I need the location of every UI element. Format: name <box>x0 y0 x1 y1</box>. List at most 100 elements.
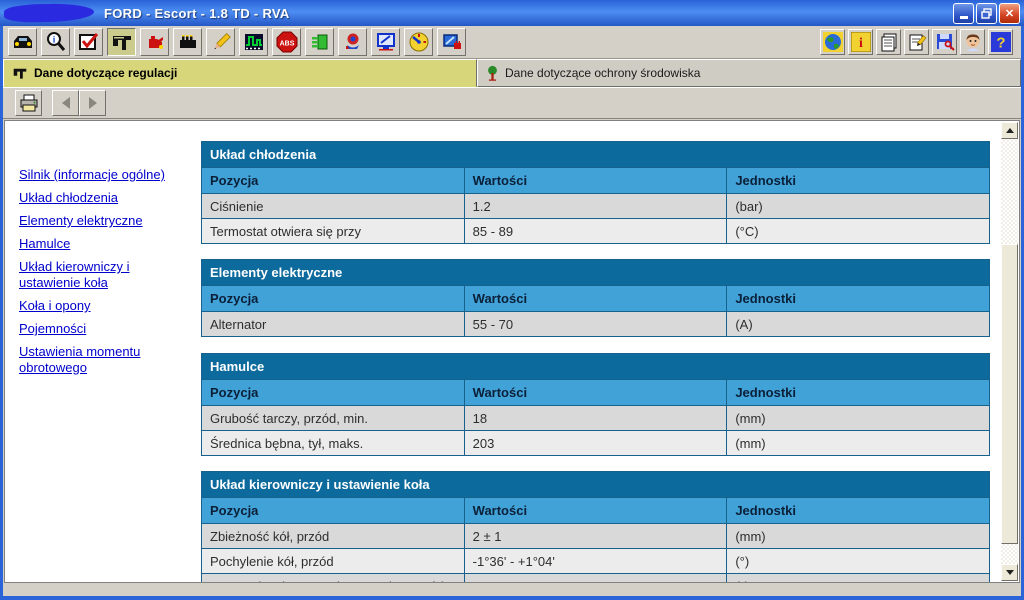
col-header: Pozycja <box>202 168 465 194</box>
nav-link-pojemnosci[interactable]: Pojemności <box>19 321 193 337</box>
col-header: Wartości <box>464 168 727 194</box>
scrollbar-thumb[interactable] <box>1001 244 1018 544</box>
abs-icon[interactable]: ABS <box>272 28 301 56</box>
gauge-icon[interactable] <box>404 28 433 56</box>
svg-text:i: i <box>859 36 863 51</box>
restore-icon <box>981 8 992 19</box>
restore-button[interactable] <box>976 3 997 24</box>
cell-wartosc: 55 - 70 <box>464 312 727 337</box>
nav-link-hamulce[interactable]: Hamulce <box>19 236 193 252</box>
cell-jednostka: (°C) <box>727 219 990 244</box>
close-button[interactable]: ✕ <box>999 3 1020 24</box>
col-header: Pozycja <box>202 380 465 406</box>
back-button[interactable] <box>52 90 79 116</box>
table-hamulce: Hamulce Pozycja Wartości Jednostki Grubo… <box>201 353 990 456</box>
app-window: FORD - Escort - 1.8 TD - RVA ✕ i <box>0 0 1024 600</box>
col-header: Wartości <box>464 498 727 524</box>
col-header: Wartości <box>464 380 727 406</box>
table-row: Wyprzedzenie sworznia zwrotnicy, przód 0… <box>202 574 990 584</box>
tab-bar: Dane dotyczące regulacji Dane dotyczące … <box>3 59 1021 87</box>
cell-wartosc: -1°36' - +1°04' <box>464 549 727 574</box>
table-row: Alternator 55 - 70 (A) <box>202 312 990 337</box>
nav-link-silnik[interactable]: Silnik (informacje ogólne) <box>19 167 193 183</box>
col-header: Pozycja <box>202 498 465 524</box>
car-icon[interactable] <box>8 28 37 56</box>
scroll-up-button[interactable] <box>1001 122 1018 139</box>
cell-wartosc: 203 <box>464 431 727 456</box>
scroll-down-button[interactable] <box>1001 564 1018 581</box>
table-row: Termostat otwiera się przy 85 - 89 (°C) <box>202 219 990 244</box>
nav-link-ustawienia-momentu[interactable]: Ustawienia momentu obrotowego <box>19 344 193 376</box>
col-header: Pozycja <box>202 286 465 312</box>
vertical-scrollbar[interactable] <box>1001 122 1018 581</box>
cell-jednostka: (mm) <box>727 524 990 549</box>
forward-button[interactable] <box>79 90 106 116</box>
toolbar-left-group: i ABS <box>3 28 466 56</box>
cell-wartosc: 85 - 89 <box>464 219 727 244</box>
oscilloscope-icon[interactable] <box>239 28 268 56</box>
cell-pozycja: Grubość tarczy, przód, min. <box>202 406 465 431</box>
toolbar-right-group: i ? <box>815 29 1021 55</box>
print-button[interactable] <box>15 90 42 116</box>
edit-document-icon[interactable] <box>904 29 929 55</box>
cell-jednostka: (A) <box>727 312 990 337</box>
cell-pozycja: Wyprzedzenie sworznia zwrotnicy, przód <box>202 574 465 584</box>
pencil-icon[interactable] <box>206 28 235 56</box>
cell-jednostka: (°) <box>727 549 990 574</box>
help-icon[interactable]: ? <box>988 29 1013 55</box>
content-panel: Silnik (informacje ogólne) Układ chłodze… <box>4 120 1020 583</box>
battery-icon[interactable] <box>437 28 466 56</box>
table-uklad-chlodzenia: Układ chłodzenia Pozycja Wartości Jednos… <box>201 141 990 244</box>
nav-link-uklad-chlodzenia[interactable]: Układ chłodzenia <box>19 190 193 206</box>
redacted-app-logo <box>4 3 94 23</box>
compressor-icon[interactable] <box>338 28 367 56</box>
tab-label: Dane dotyczące ochrony środowiska <box>505 66 700 80</box>
globe-icon[interactable] <box>820 29 845 55</box>
table-title: Elementy elektryczne <box>202 260 990 286</box>
cell-jednostka: (°) <box>727 574 990 584</box>
cell-jednostka: (mm) <box>727 406 990 431</box>
cell-wartosc: 18 <box>464 406 727 431</box>
cell-pozycja: Średnica bębna, tył, maks. <box>202 431 465 456</box>
cell-wartosc: 1.2 <box>464 194 727 219</box>
nav-link-kola-i-opony[interactable]: Koła i opony <box>19 298 193 314</box>
table-row: Pochylenie kół, przód -1°36' - +1°04' (°… <box>202 549 990 574</box>
arrow-up-icon <box>1006 124 1014 133</box>
save-key-icon[interactable] <box>932 29 957 55</box>
search-info-icon[interactable]: i <box>41 28 70 56</box>
col-header: Jednostki <box>727 380 990 406</box>
checklist-icon[interactable] <box>74 28 103 56</box>
caliper-icon <box>12 66 28 80</box>
connector-icon[interactable] <box>305 28 334 56</box>
monitor-icon[interactable] <box>371 28 400 56</box>
cell-pozycja: Zbieżność kół, przód <box>202 524 465 549</box>
cell-wartosc: 2 ± 1 <box>464 524 727 549</box>
col-header: Jednostki <box>727 498 990 524</box>
nav-link-uklad-kierowniczy[interactable]: Układ kierowniczy i ustawienie koła <box>19 259 193 291</box>
tab-dane-regulacji[interactable]: Dane dotyczące regulacji <box>3 59 477 87</box>
titlebar: FORD - Escort - 1.8 TD - RVA ✕ <box>0 0 1024 26</box>
caliper-icon[interactable] <box>107 28 136 56</box>
user-icon[interactable] <box>960 29 985 55</box>
table-title: Układ chłodzenia <box>202 142 990 168</box>
nav-link-elementy-elektryczne[interactable]: Elementy elektryczne <box>19 213 193 229</box>
table-row: Ciśnienie 1.2 (bar) <box>202 194 990 219</box>
main-toolbar: i ABS <box>3 26 1021 59</box>
window-title: FORD - Escort - 1.8 TD - RVA <box>104 6 290 21</box>
info-icon[interactable]: i <box>848 29 873 55</box>
documents-icon[interactable] <box>876 29 901 55</box>
window-bottom-border <box>0 596 1024 600</box>
section-nav: Silnik (informacje ogólne) Układ chłodze… <box>19 167 193 383</box>
oil-can-icon[interactable] <box>140 28 169 56</box>
cell-pozycja: Termostat otwiera się przy <box>202 219 465 244</box>
window-bottom-strip <box>3 583 1021 596</box>
cell-wartosc: 0° + 1°15' <box>464 574 727 584</box>
page-toolbar <box>3 87 1021 119</box>
engine-icon[interactable] <box>173 28 202 56</box>
col-header: Jednostki <box>727 168 990 194</box>
tab-label: Dane dotyczące regulacji <box>34 66 177 80</box>
tab-ochrona-srodowiska[interactable]: Dane dotyczące ochrony środowiska <box>477 59 1021 87</box>
table-title: Hamulce <box>202 354 990 380</box>
svg-text:?: ? <box>996 35 1005 52</box>
minimize-button[interactable] <box>953 3 974 24</box>
